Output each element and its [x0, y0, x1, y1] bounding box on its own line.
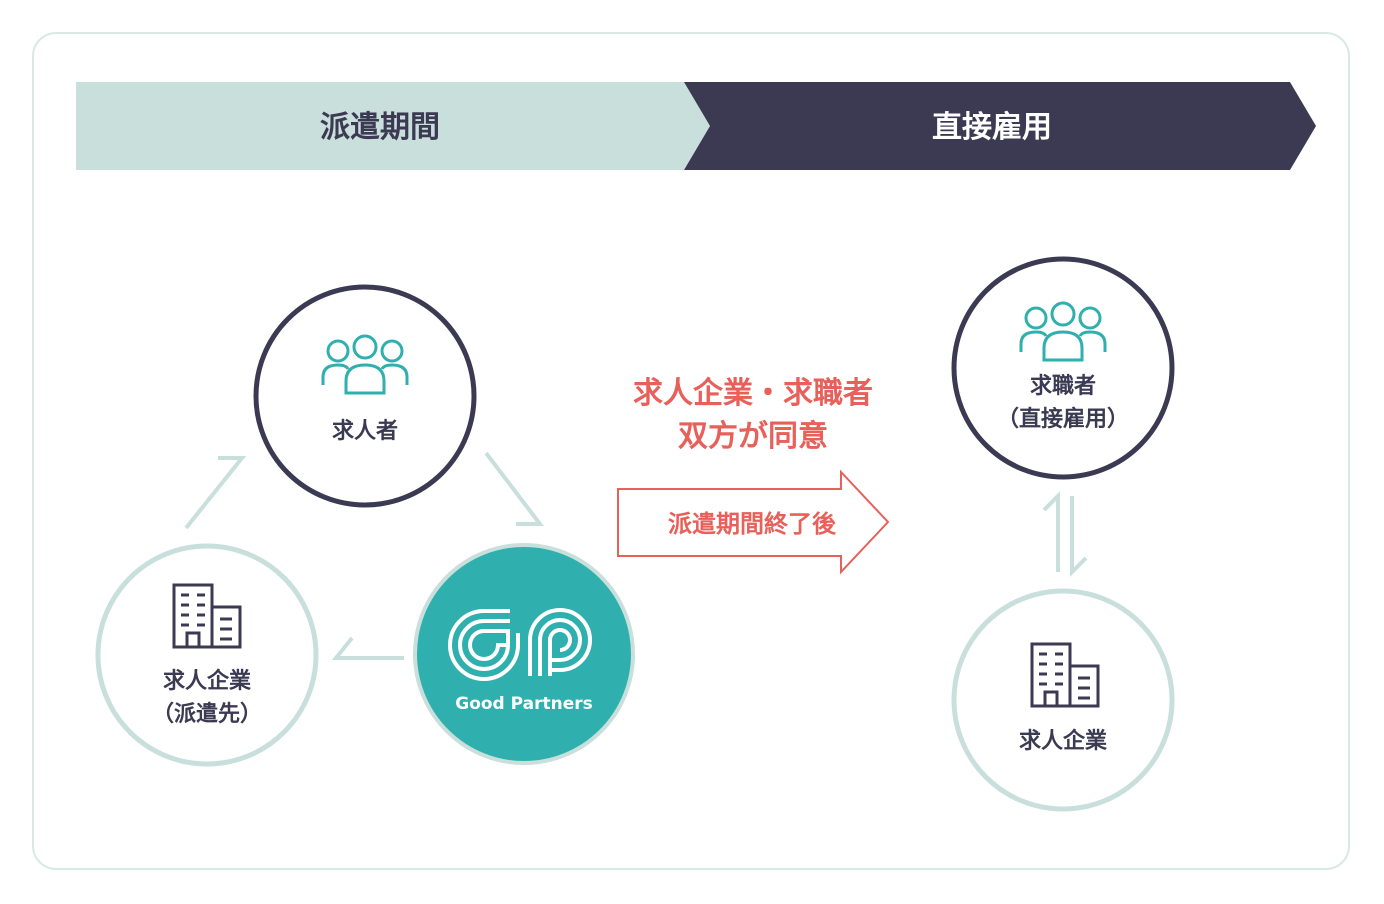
jobseeker-node: 求人者 — [253, 284, 477, 508]
good-partners-logo-text: Good Partners — [455, 694, 593, 714]
agreement-line2: 双方が同意 — [678, 419, 828, 454]
direct-company-label: 求人企業 — [1019, 728, 1108, 754]
agreement-line1: 求人企業・求職者 — [633, 376, 873, 411]
good-partners-node: Good Partners — [413, 543, 635, 765]
transition-arrow-label: 派遣期間終了後 — [668, 510, 837, 538]
cycle-arrow-gp-to-company — [331, 636, 404, 660]
company-label-line1: 求人企業 — [163, 668, 252, 694]
jobseeker-label: 求人者 — [332, 419, 398, 444]
bidirectional-arrow — [1042, 491, 1088, 577]
direct-jobseeker-label-line1: 求職者 — [1030, 373, 1096, 399]
cycle-arrow-jobseeker-to-gp — [484, 451, 545, 526]
phase-dispatch-label: 派遣期間 — [320, 110, 440, 145]
cycle-arrow-company-to-jobseeker — [184, 456, 247, 530]
company-label-line2: （派遣先） — [152, 702, 262, 727]
direct-jobseeker-node: 求職者 （直接雇用） — [951, 256, 1175, 480]
company-node: 求人企業 （派遣先） — [95, 543, 319, 767]
direct-jobseeker-label-line2: （直接雇用） — [997, 406, 1129, 432]
direct-company-node: 求人企業 — [951, 588, 1175, 812]
phase-direct-label: 直接雇用 — [932, 110, 1052, 145]
